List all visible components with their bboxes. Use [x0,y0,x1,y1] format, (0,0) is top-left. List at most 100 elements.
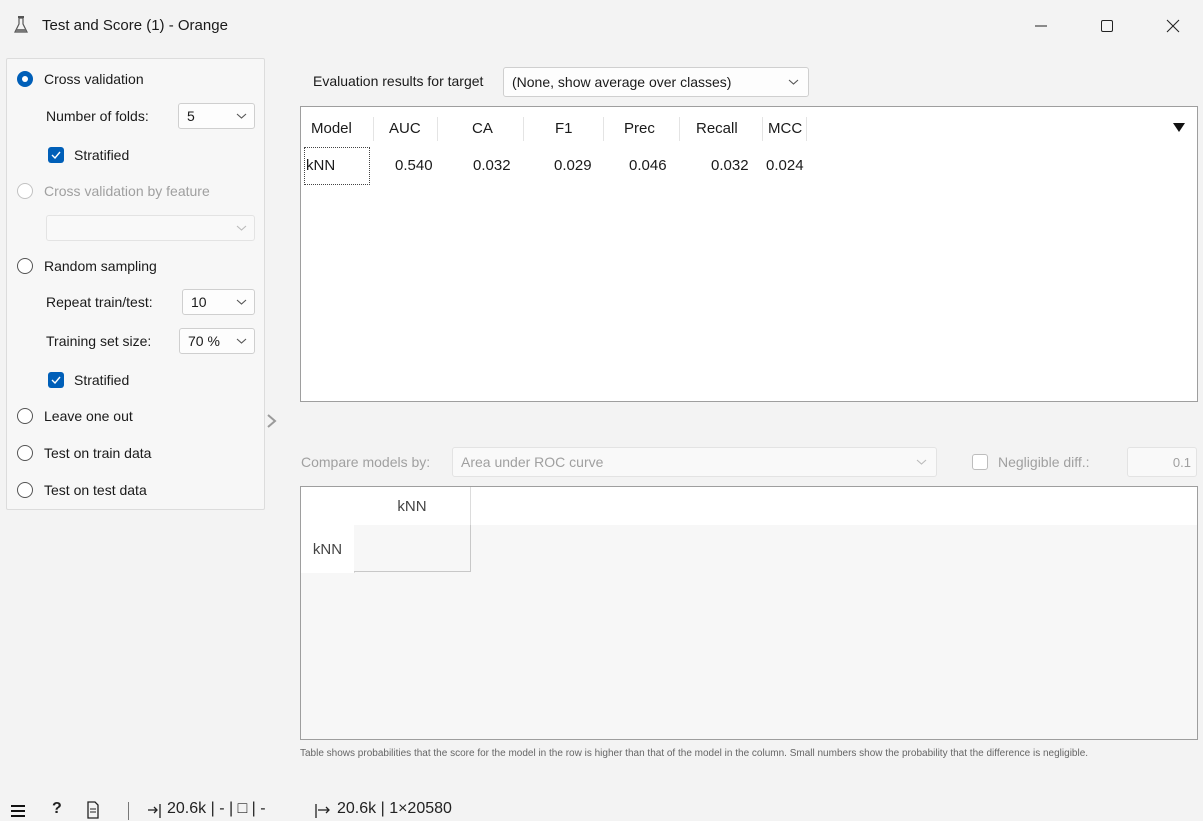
column-header-ca[interactable]: CA [472,117,493,139]
column-header-mcc[interactable]: MCC [768,117,802,139]
checkbox-indicator [972,454,988,470]
table-cell-prec[interactable]: 0.046 [629,157,667,174]
radio-indicator [17,183,33,199]
train-size-value: 70 % [188,333,220,349]
cv-by-feature-radio: Cross validation by feature [17,180,210,202]
test-on-test-radio[interactable]: Test on test data [17,479,147,501]
repeat-select[interactable]: 10 [182,289,255,315]
output-summary[interactable]: 20.6k | 1×20580 [337,800,452,818]
cv-feature-select [46,215,255,241]
checkmark-icon [51,151,61,159]
input-summary[interactable]: 20.6k | - | □ | - [167,800,266,818]
comparison-note: Table shows probabilities that the score… [300,748,1089,759]
column-separator [762,117,763,141]
chevron-down-icon [788,79,799,85]
close-icon [1166,19,1180,33]
table-cell-mcc[interactable]: 0.024 [766,157,804,174]
column-separator [679,117,680,141]
column-separator [437,117,438,141]
model-comparison-table[interactable]: kNN kNN [300,486,1198,740]
repeat-label: Repeat train/test: [46,294,153,310]
table-cell-auc[interactable]: 0.540 [395,157,433,174]
checkbox-indicator [48,372,64,388]
column-header-auc[interactable]: AUC [389,117,421,139]
maximize-button[interactable] [1084,10,1130,42]
menu-icon[interactable] [10,804,26,818]
compare-models-label: Compare models by: [301,454,431,470]
title-bar: Test and Score (1) - Orange [0,0,1203,50]
train-size-row: Training set size: [46,327,151,355]
column-separator [373,117,374,141]
output-icon [315,804,330,818]
compare-models-row: Compare models by: [300,448,430,476]
column-menu-icon[interactable] [1173,123,1185,132]
negligible-diff-checkbox[interactable]: Negligible diff.: [972,451,1090,473]
window-title: Test and Score (1) - Orange [42,17,228,34]
comparison-column-header: kNN [354,487,471,526]
input-icon [148,804,161,818]
column-header-model[interactable]: Model [311,117,352,139]
cross-validation-radio[interactable]: Cross validation [17,68,144,90]
evaluation-target-label: Evaluation results for target [313,73,484,89]
radio-indicator [17,408,33,424]
table-cell-f1[interactable]: 0.029 [554,157,592,174]
folds-select[interactable]: 5 [178,103,255,129]
test-on-train-label: Test on train data [44,445,152,461]
leave-one-out-radio[interactable]: Leave one out [17,405,133,427]
radio-indicator [17,258,33,274]
report-icon[interactable] [86,801,100,819]
leave-one-out-label: Leave one out [44,408,133,424]
status-separator [128,802,129,820]
evaluation-target-value: (None, show average over classes) [512,74,732,90]
train-size-select[interactable]: 70 % [179,328,255,354]
evaluation-target-row: Evaluation results for target [300,66,483,96]
negligible-diff-input: 0.1 [1127,447,1197,477]
radio-indicator [17,445,33,461]
column-header-prec[interactable]: Prec [624,117,655,139]
cv-by-feature-label: Cross validation by feature [44,183,210,199]
stratified-rs-label: Stratified [74,372,130,388]
minimize-button[interactable] [1018,10,1064,42]
status-bar: ? 20.6k | - | □ | - 20.6k | 1×20580 [0,796,1203,821]
column-separator [806,117,807,141]
train-size-label: Training set size: [46,333,152,349]
random-sampling-radio[interactable]: Random sampling [17,255,157,277]
table-cell-ca[interactable]: 0.032 [473,157,511,174]
minimize-icon [1035,25,1047,27]
compare-models-value: Area under ROC curve [461,454,604,470]
collapse-panel-icon[interactable] [264,410,280,432]
table-cell-model[interactable]: kNN [306,157,335,174]
comparison-cell [354,525,471,572]
random-sampling-label: Random sampling [44,258,157,274]
help-icon[interactable]: ? [52,800,62,818]
chevron-down-icon [236,338,247,344]
stratified-rs-checkbox[interactable]: Stratified [48,369,129,391]
flask-icon [14,16,28,33]
negligible-diff-value: 0.1 [1172,454,1191,470]
evaluation-target-select[interactable]: (None, show average over classes) [503,67,809,97]
radio-indicator [17,71,33,87]
compare-models-select: Area under ROC curve [452,447,937,477]
comparison-corner-cell [301,487,355,525]
folds-row: Number of folds: [46,102,149,130]
close-button[interactable] [1150,10,1196,42]
folds-label: Number of folds: [46,108,149,124]
maximize-icon [1101,20,1113,32]
stratified-cv-checkbox[interactable]: Stratified [48,144,129,166]
test-on-train-radio[interactable]: Test on train data [17,442,151,464]
column-header-f1[interactable]: F1 [555,117,573,139]
folds-value: 5 [187,108,195,124]
negligible-diff-label: Negligible diff.: [998,454,1090,470]
radio-indicator [17,482,33,498]
table-cell-recall[interactable]: 0.032 [711,157,749,174]
evaluation-results-table[interactable]: Model AUC CA F1 Prec Recall MCC kNN 0.54… [300,106,1198,402]
column-separator [603,117,604,141]
column-separator [523,117,524,141]
repeat-row: Repeat train/test: [46,288,153,316]
checkbox-indicator [48,147,64,163]
column-header-recall[interactable]: Recall [696,117,738,139]
test-on-test-label: Test on test data [44,482,147,498]
chevron-down-icon [236,113,247,119]
repeat-value: 10 [191,294,207,310]
checkmark-icon [51,376,61,384]
